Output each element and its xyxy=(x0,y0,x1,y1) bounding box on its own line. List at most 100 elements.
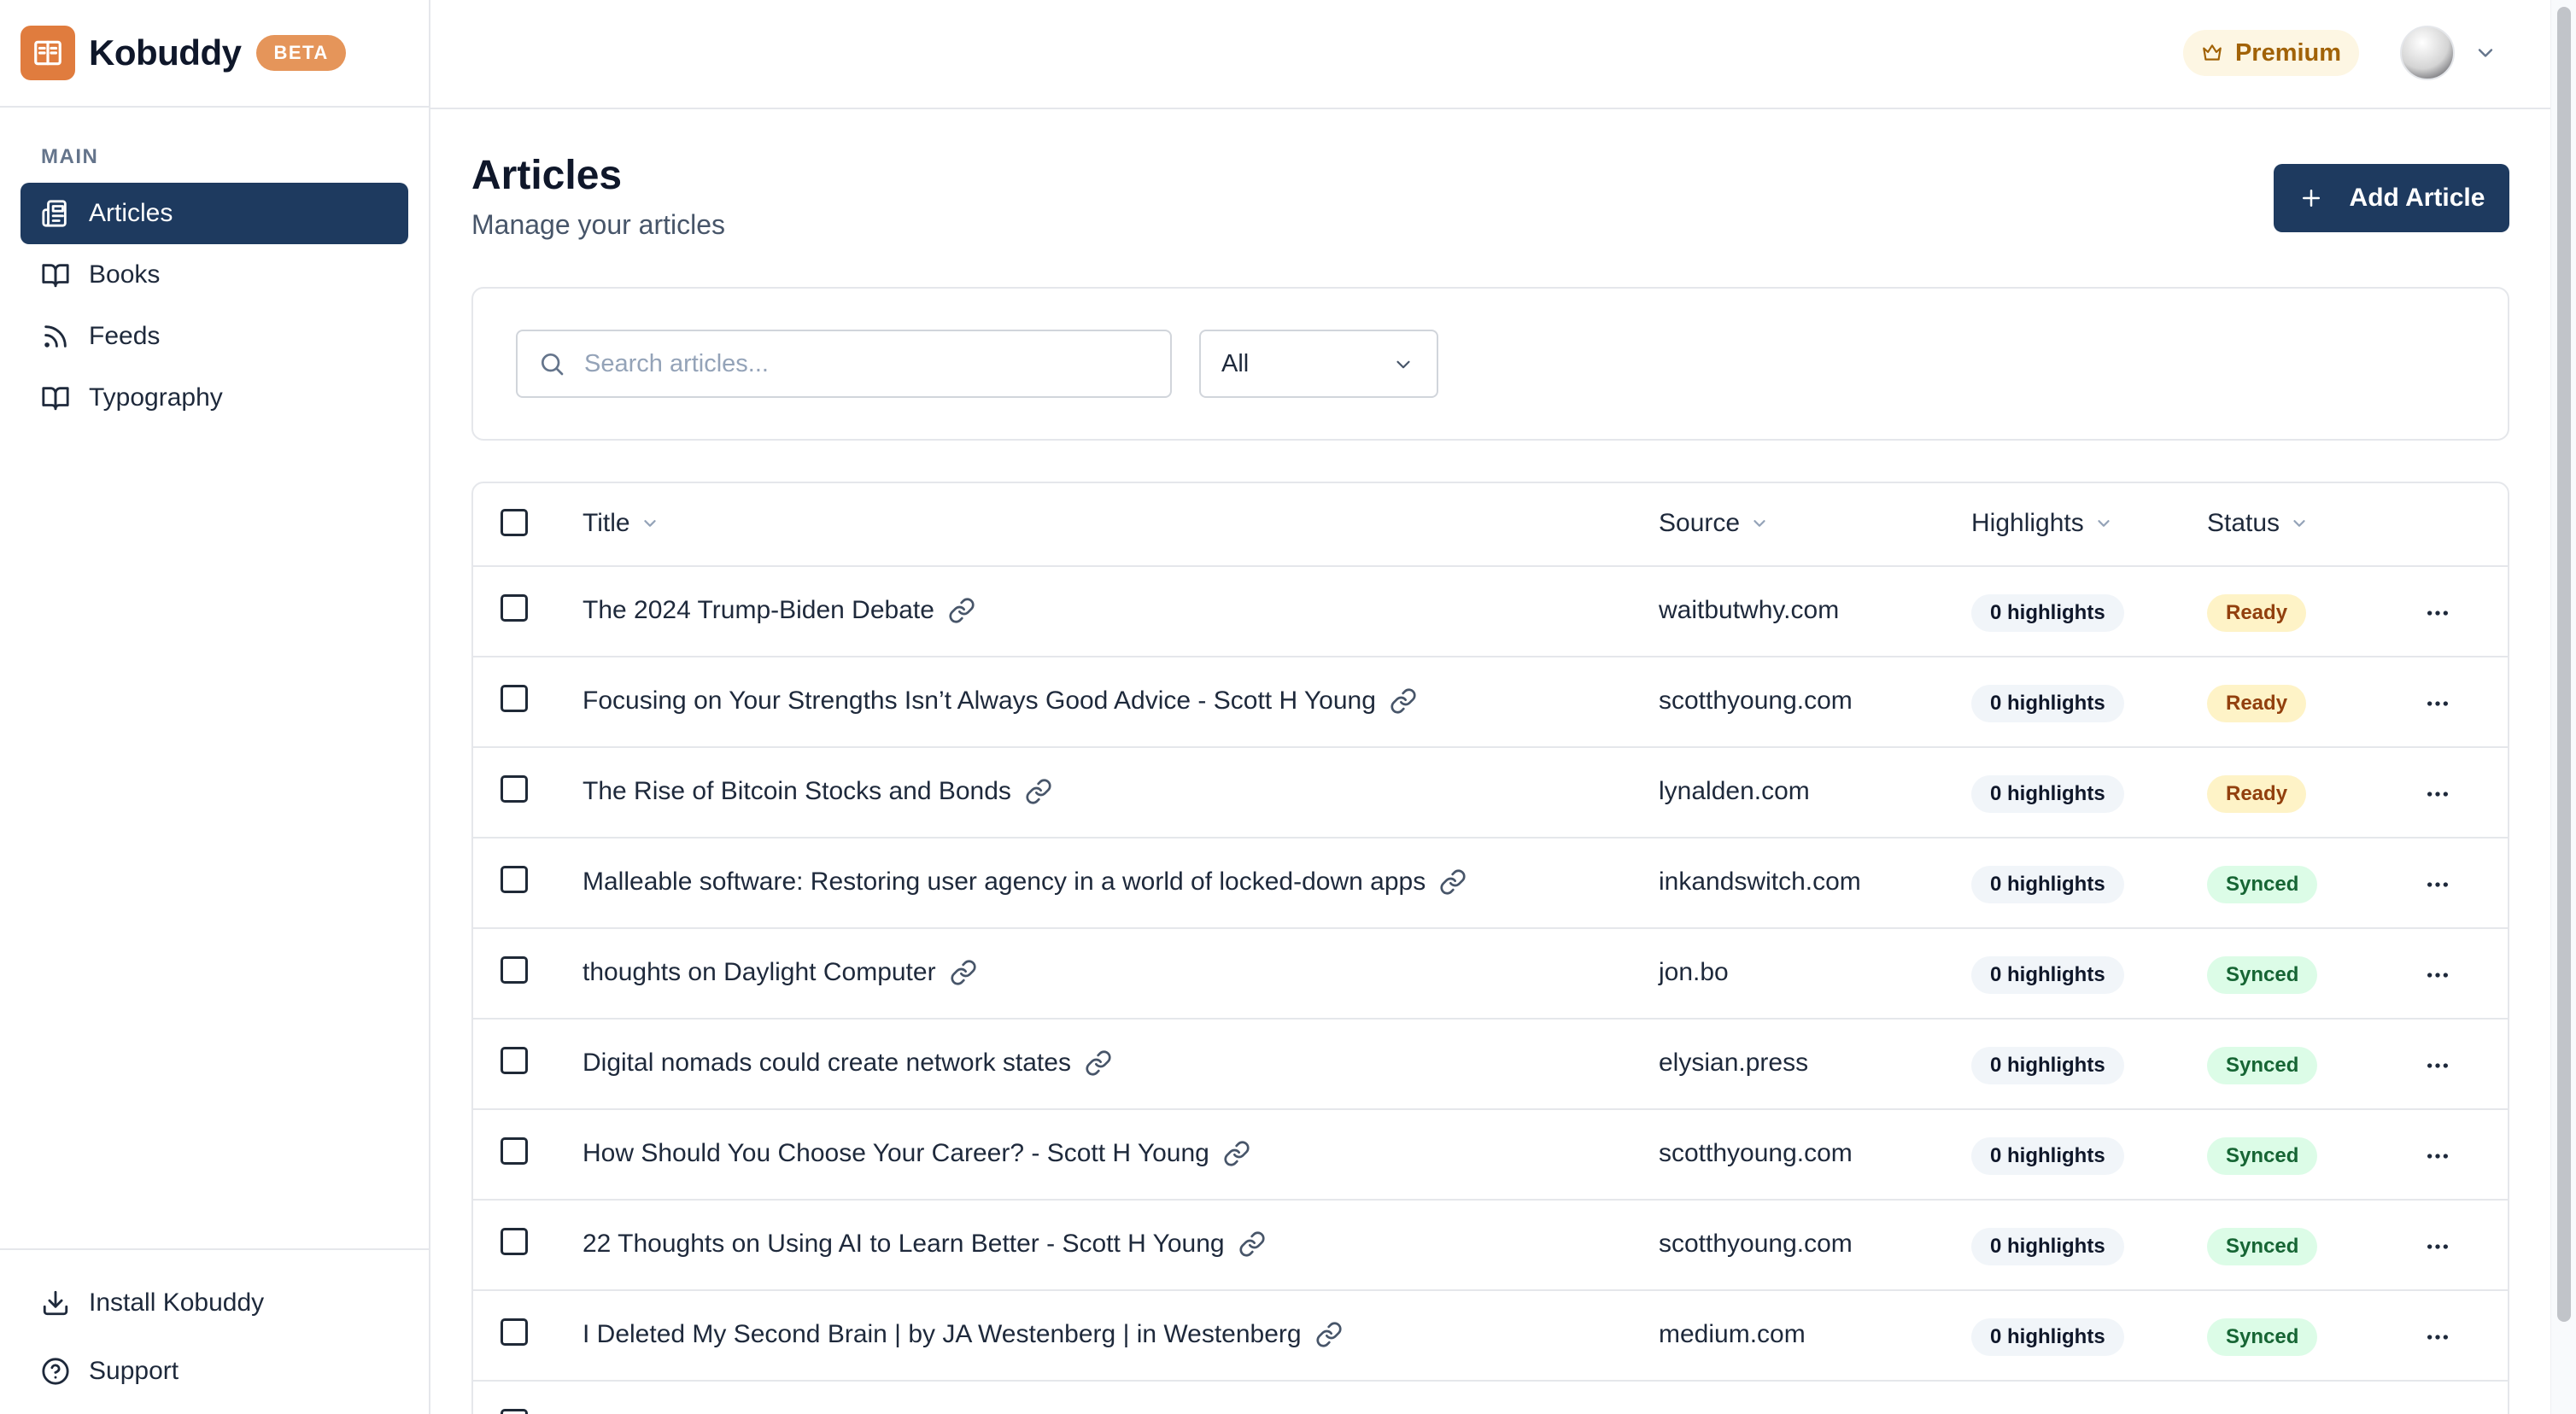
article-title-cell[interactable]: The 2024 Trump-Biden Debate xyxy=(583,596,975,625)
install-link[interactable]: Install Kobuddy xyxy=(20,1269,408,1337)
article-title[interactable]: Malleable software: Restoring user agenc… xyxy=(583,868,1426,897)
article-title[interactable]: 22 Thoughts on Using AI to Learn Better … xyxy=(583,1230,1225,1259)
article-title[interactable]: How Should You Choose Your Career? - Sco… xyxy=(583,1139,1209,1168)
articles-table: Title Source Highlights Status The 2024 … xyxy=(471,482,2509,1414)
table-body: The 2024 Trump-Biden Debate waitbutwhy.co… xyxy=(473,567,2508,1414)
status-badge: Synced xyxy=(2207,1137,2318,1175)
article-title-cell[interactable]: Malleable software: Restoring user agenc… xyxy=(583,868,1467,897)
column-highlights[interactable]: Highlights xyxy=(1971,509,2113,538)
sidebar: Kobuddy BETA MAIN Articles Books Feeds T… xyxy=(0,0,430,1414)
table-row[interactable]: Malleable software: Restoring user agenc… xyxy=(473,838,2508,929)
link-icon[interactable] xyxy=(950,959,977,986)
rss-icon xyxy=(44,325,67,348)
column-label: Source xyxy=(1659,509,1741,537)
row-checkbox[interactable] xyxy=(501,685,528,712)
more-icon[interactable] xyxy=(2424,1323,2451,1351)
beta-badge: BETA xyxy=(256,35,346,71)
chevron-down-icon[interactable] xyxy=(2474,41,2497,65)
article-source: scotthyoung.com xyxy=(1659,1139,1853,1167)
article-source: scotthyoung.com xyxy=(1659,1230,1853,1258)
row-checkbox[interactable] xyxy=(501,1409,528,1414)
table-row[interactable]: I Deleted My Second Brain | by JA Westen… xyxy=(473,1291,2508,1382)
row-checkbox[interactable] xyxy=(501,1228,528,1255)
search-box[interactable] xyxy=(516,330,1172,398)
table-row[interactable]: 22 Thoughts on Using AI to Learn Better … xyxy=(473,1201,2508,1291)
article-title[interactable]: thoughts on Daylight Computer xyxy=(583,958,936,987)
table-row[interactable] xyxy=(473,1382,2508,1414)
row-checkbox[interactable] xyxy=(501,1047,528,1074)
column-status[interactable]: Status xyxy=(2207,509,2309,538)
article-title[interactable]: Digital nomads could create network stat… xyxy=(583,1049,1071,1078)
link-icon[interactable] xyxy=(1025,778,1052,805)
highlights-badge: 0 highlights xyxy=(1971,1137,2124,1175)
row-checkbox[interactable] xyxy=(501,956,528,984)
article-title[interactable]: The Rise of Bitcoin Stocks and Bonds xyxy=(583,777,1011,806)
column-title[interactable]: Title xyxy=(583,509,659,538)
article-title[interactable]: I Deleted My Second Brain | by JA Westen… xyxy=(583,1320,1302,1349)
article-title-cell[interactable]: I Deleted My Second Brain | by JA Westen… xyxy=(583,1320,1343,1349)
more-icon[interactable] xyxy=(2424,690,2451,717)
avatar[interactable] xyxy=(2400,26,2455,80)
install-label: Install Kobuddy xyxy=(89,1288,265,1317)
article-title-cell[interactable]: Focusing on Your Strengths Isn’t Always … xyxy=(583,687,1417,716)
article-title-cell[interactable]: thoughts on Daylight Computer xyxy=(583,958,977,987)
column-label: Title xyxy=(583,509,630,537)
row-checkbox[interactable] xyxy=(501,775,528,803)
chevron-down-icon xyxy=(643,520,656,527)
add-article-button[interactable]: Add Article xyxy=(2274,164,2509,232)
article-source: jon.bo xyxy=(1659,958,1729,986)
more-icon[interactable] xyxy=(2424,599,2451,627)
more-icon[interactable] xyxy=(2424,961,2451,989)
article-title[interactable]: Focusing on Your Strengths Isn’t Always … xyxy=(583,687,1376,716)
search-input[interactable] xyxy=(584,349,1131,378)
status-filter-select[interactable]: All xyxy=(1199,330,1438,398)
article-title-cell[interactable]: The Rise of Bitcoin Stocks and Bonds xyxy=(583,777,1052,806)
sidebar-item-label: Articles xyxy=(89,199,173,227)
table-row[interactable]: How Should You Choose Your Career? - Sco… xyxy=(473,1110,2508,1201)
column-source[interactable]: Source xyxy=(1659,509,1769,538)
page-scrollbar[interactable] xyxy=(2550,0,2576,1414)
highlights-badge: 0 highlights xyxy=(1971,685,2124,722)
link-icon[interactable] xyxy=(1315,1321,1343,1348)
status-badge: Synced xyxy=(2207,866,2318,903)
table-row[interactable]: Digital nomads could create network stat… xyxy=(473,1020,2508,1110)
link-icon[interactable] xyxy=(1439,868,1467,896)
link-icon[interactable] xyxy=(1223,1140,1250,1167)
article-title-cell[interactable]: How Should You Choose Your Career? - Sco… xyxy=(583,1139,1250,1168)
table-row[interactable]: The 2024 Trump-Biden Debate waitbutwhy.co… xyxy=(473,567,2508,657)
sidebar-item-feeds[interactable]: Feeds xyxy=(20,306,408,367)
more-icon[interactable] xyxy=(2424,1233,2451,1260)
status-badge: Ready xyxy=(2207,594,2307,632)
link-icon[interactable] xyxy=(948,597,975,624)
sidebar-item-typography[interactable]: Typography xyxy=(20,367,408,429)
premium-button[interactable]: Premium xyxy=(2183,30,2359,76)
row-checkbox[interactable] xyxy=(501,594,528,622)
table-row[interactable]: The Rise of Bitcoin Stocks and Bonds lyna… xyxy=(473,748,2508,838)
article-title-cell[interactable]: 22 Thoughts on Using AI to Learn Better … xyxy=(583,1230,1266,1259)
link-icon[interactable] xyxy=(1390,687,1417,715)
select-all-checkbox[interactable] xyxy=(501,509,528,536)
article-source: waitbutwhy.com xyxy=(1659,596,1840,624)
row-checkbox[interactable] xyxy=(501,1318,528,1346)
scrollbar-thumb[interactable] xyxy=(2557,7,2571,1322)
more-icon[interactable] xyxy=(2424,1052,2451,1079)
row-checkbox[interactable] xyxy=(501,866,528,893)
more-icon[interactable] xyxy=(2424,871,2451,898)
link-icon[interactable] xyxy=(1238,1230,1266,1258)
support-link[interactable]: Support xyxy=(20,1337,408,1405)
article-source: lynalden.com xyxy=(1659,777,1810,805)
sidebar-item-books[interactable]: Books xyxy=(20,244,408,306)
row-checkbox[interactable] xyxy=(501,1137,528,1165)
table-row[interactable]: Focusing on Your Strengths Isn’t Always … xyxy=(473,657,2508,748)
more-icon[interactable] xyxy=(2424,1142,2451,1170)
link-icon[interactable] xyxy=(1085,1049,1112,1077)
more-icon[interactable] xyxy=(2424,780,2451,808)
article-title[interactable]: The 2024 Trump-Biden Debate xyxy=(583,596,934,625)
table-row[interactable]: thoughts on Daylight Computer jon.bo 0 hig… xyxy=(473,929,2508,1020)
book-open-icon[interactable] xyxy=(20,26,75,80)
article-title-cell[interactable]: Digital nomads could create network stat… xyxy=(583,1049,1112,1078)
chevron-down-icon xyxy=(2293,520,2305,527)
status-badge: Synced xyxy=(2207,1318,2318,1356)
highlights-badge: 0 highlights xyxy=(1971,775,2124,813)
sidebar-item-articles[interactable]: Articles xyxy=(20,183,408,244)
